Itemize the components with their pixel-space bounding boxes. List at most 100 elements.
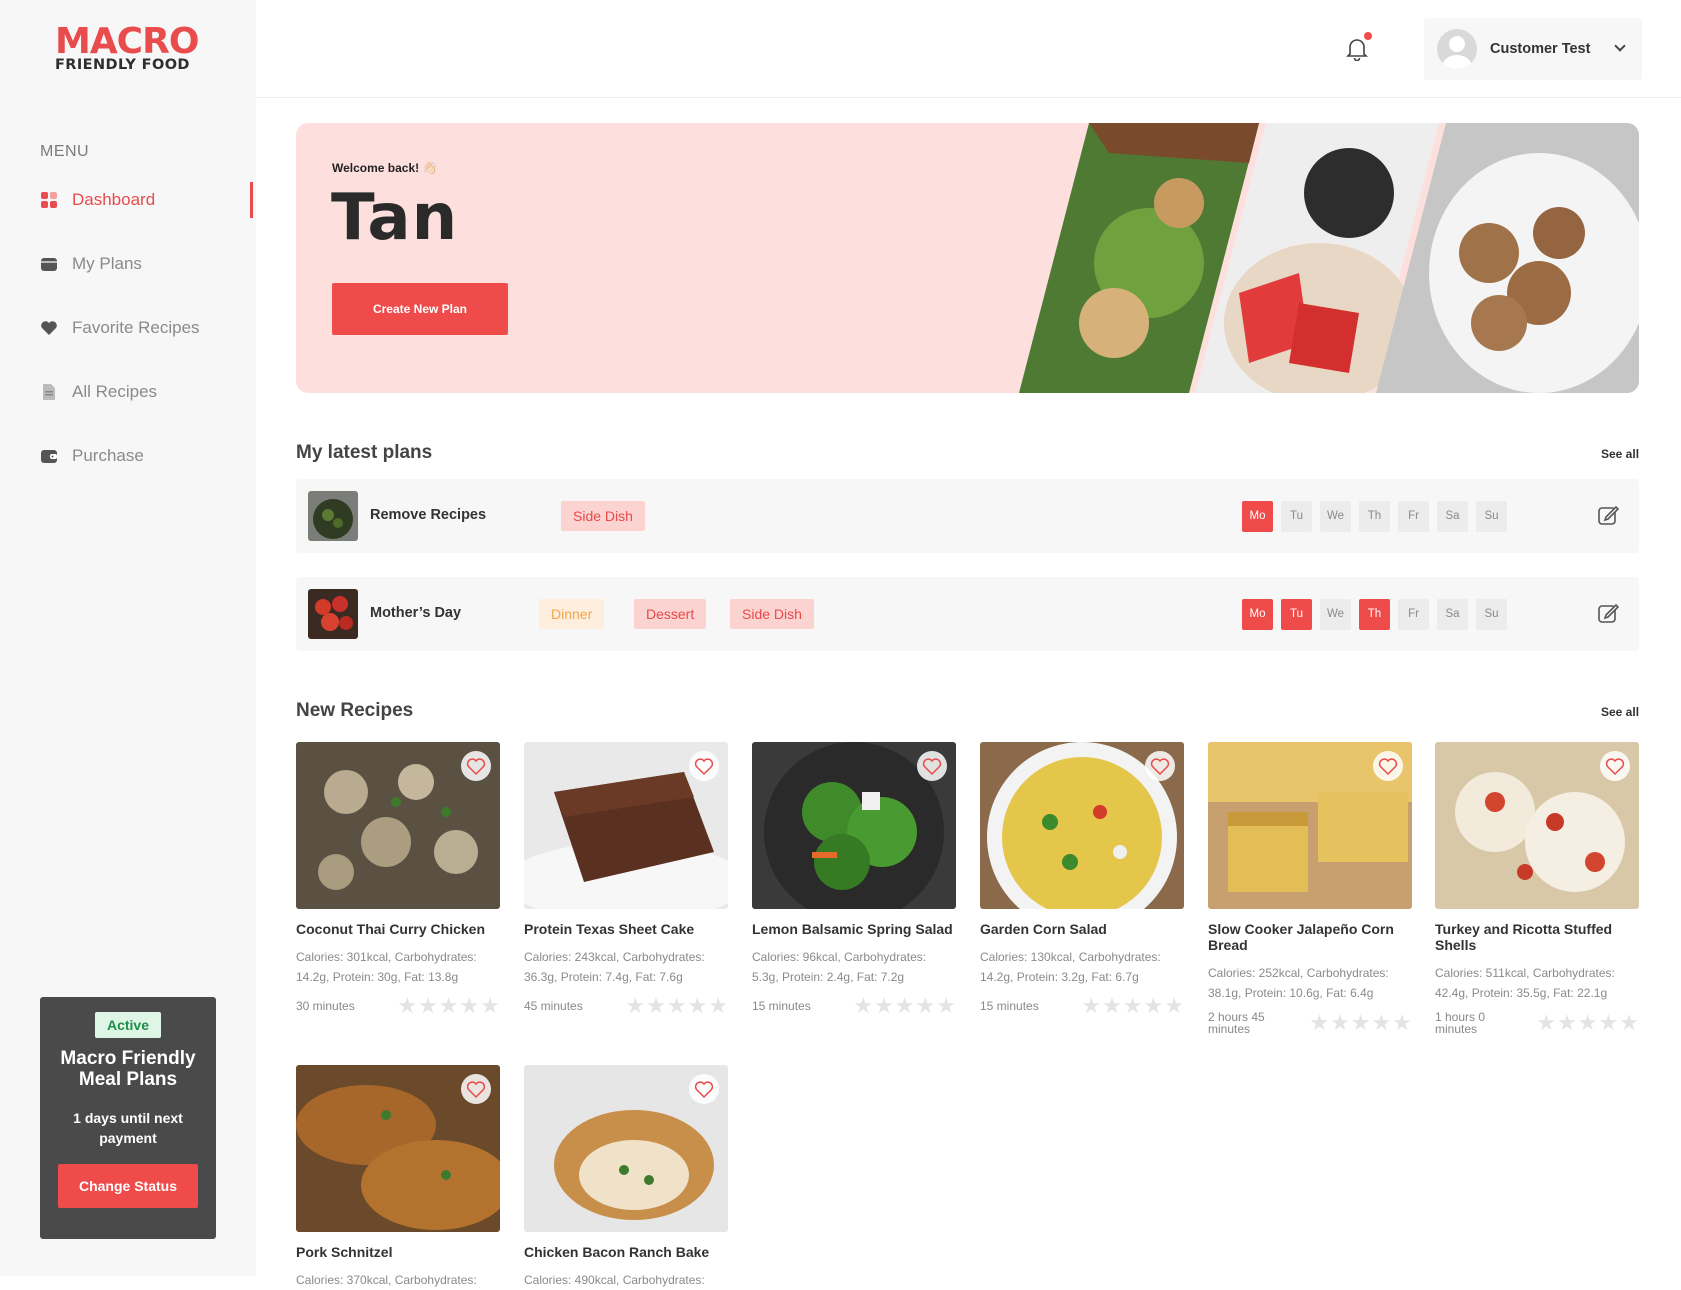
plan-name: Remove Recipes (370, 507, 487, 523)
document-icon (40, 383, 58, 401)
star-icon: ★ (1392, 1010, 1412, 1035)
favorite-heart-icon[interactable] (461, 1074, 491, 1104)
menu-title: MENU (40, 143, 90, 160)
day-sa[interactable]: Sa (1437, 599, 1468, 630)
favorite-heart-icon[interactable] (689, 1074, 719, 1104)
rating-stars[interactable]: ★ ★ ★ ★ ★ (1080, 995, 1184, 1017)
day-mo[interactable]: Mo (1242, 599, 1273, 630)
day-we[interactable]: We (1320, 599, 1351, 630)
plan-name: Mother’s Day (370, 605, 462, 621)
day-fr[interactable]: Fr (1398, 501, 1429, 532)
sidebar-item-favorite-recipes[interactable]: Favorite Recipes (40, 313, 256, 343)
user-menu[interactable]: Customer Test (1424, 18, 1642, 80)
favorite-heart-icon[interactable] (1145, 751, 1175, 781)
notification-dot (1364, 32, 1372, 40)
day-fr[interactable]: Fr (1398, 599, 1429, 630)
recipe-macros: Calories: 243kcal, Carbohydrates: 36.3g,… (524, 950, 705, 984)
sidebar-item-all-recipes[interactable]: All Recipes (40, 377, 256, 407)
star-icon: ★ (418, 993, 438, 1018)
rating-stars[interactable]: ★ ★ ★ ★ ★ (1535, 1012, 1639, 1034)
star-icon: ★ (1371, 1010, 1392, 1035)
bell-icon[interactable] (1346, 37, 1368, 61)
day-tu[interactable]: Tu (1281, 501, 1312, 532)
star-icon: ★ (708, 993, 728, 1018)
recipe-image (296, 742, 500, 909)
plan-row[interactable]: Mother’s Day Dinner Dessert Side Dish Mo… (296, 577, 1639, 651)
plan-thumbnail (308, 491, 358, 541)
recipe-card[interactable]: Pork Schnitzel Calories: 370kcal, Carboh… (296, 1065, 500, 1290)
recipe-title: Protein Texas Sheet Cake (524, 921, 695, 937)
favorite-heart-icon[interactable] (1600, 751, 1630, 781)
sidebar-item-dashboard[interactable]: Dashboard (40, 182, 256, 218)
recipe-card[interactable]: Slow Cooker Jalapeño Corn Bread Calories… (1208, 742, 1412, 1035)
star-icon: ★ (1081, 993, 1102, 1018)
sidebar-item-purchase[interactable]: Purchase (40, 441, 256, 471)
recipe-image (1435, 742, 1639, 909)
rating-stars[interactable]: ★ ★ ★ ★ ★ (1308, 1012, 1412, 1034)
rating-stars[interactable]: ★ ★ ★ ★ ★ (396, 995, 500, 1017)
sidebar-item-label: Favorite Recipes (72, 318, 200, 337)
sidebar-item-my-plans[interactable]: My Plans (40, 249, 256, 279)
star-icon: ★ (480, 993, 500, 1018)
recipe-card[interactable]: Lemon Balsamic Spring Salad Calories: 96… (752, 742, 956, 1017)
recipe-card[interactable]: Chicken Bacon Ranch Bake Calories: 490kc… (524, 1065, 728, 1290)
recipe-image (752, 742, 956, 909)
recipe-title: Chicken Bacon Ranch Bake (524, 1244, 710, 1260)
recipe-image (1208, 742, 1412, 909)
create-new-plan-button[interactable]: Create New Plan (332, 283, 508, 335)
plans-see-all-link[interactable]: See all (1601, 447, 1639, 461)
recipe-image (524, 1065, 728, 1232)
change-status-button[interactable]: Change Status (58, 1164, 198, 1208)
star-icon: ★ (874, 993, 894, 1018)
recipe-macros: Calories: 96kcal, Carbohydrates: 5.3g, P… (752, 950, 927, 984)
star-icon: ★ (936, 993, 956, 1018)
day-we[interactable]: We (1320, 501, 1351, 532)
recipe-time: 2 hours 45 minutes (1208, 1010, 1265, 1036)
day-th[interactable]: Th (1359, 599, 1390, 630)
recipe-card[interactable]: Coconut Thai Curry Chicken Calories: 301… (296, 742, 500, 1017)
recipe-image (296, 1065, 500, 1232)
recipe-macros: Calories: 490kcal, Carbohydrates: (524, 1273, 705, 1287)
recipe-card[interactable]: Protein Texas Sheet Cake Calories: 243kc… (524, 742, 728, 1017)
rating-stars[interactable]: ★ ★ ★ ★ ★ (624, 995, 728, 1017)
day-tu[interactable]: Tu (1281, 599, 1312, 630)
recipe-title: Pork Schnitzel (296, 1244, 393, 1260)
star-icon: ★ (1330, 1010, 1350, 1035)
sidebar-item-label: Purchase (72, 446, 144, 465)
star-icon: ★ (1143, 993, 1164, 1018)
star-icon: ★ (687, 993, 708, 1018)
favorite-heart-icon[interactable] (461, 751, 491, 781)
favorite-heart-icon[interactable] (1373, 751, 1403, 781)
recipe-macros: Calories: 511kcal, Carbohydrates: 42.4g,… (1435, 966, 1615, 1000)
rating-stars[interactable]: ★ ★ ★ ★ ★ (852, 995, 956, 1017)
star-icon: ★ (1102, 993, 1122, 1018)
star-icon: ★ (1350, 1010, 1371, 1035)
day-mo[interactable]: Mo (1242, 501, 1273, 532)
new-recipes-title: New Recipes (296, 700, 414, 721)
logo[interactable]: MACRO FRIENDLY FOOD (55, 24, 203, 73)
day-su[interactable]: Su (1476, 599, 1507, 630)
welcome-banner: Welcome back! 👋🏻 Tan Create New Plan (296, 123, 1639, 393)
recipe-card[interactable]: Turkey and Ricotta Stuffed Shells Calori… (1435, 742, 1639, 1035)
plan-row[interactable]: Remove Recipes Side Dish Mo Tu We Th Fr … (296, 479, 1639, 553)
edit-icon[interactable] (1597, 504, 1619, 526)
user-name: Customer Test (1490, 41, 1591, 57)
plan-days: Mo Tu We Th Fr Sa Su (1242, 599, 1515, 630)
day-su[interactable]: Su (1476, 501, 1507, 532)
favorite-heart-icon[interactable] (917, 751, 947, 781)
star-icon: ★ (1536, 1010, 1557, 1035)
recipe-time: 45 minutes (524, 999, 583, 1013)
favorite-heart-icon[interactable] (689, 751, 719, 781)
recipe-card[interactable]: Garden Corn Salad Calories: 130kcal, Car… (980, 742, 1184, 1017)
status-badge: Active (94, 1012, 162, 1038)
star-icon: ★ (1164, 993, 1184, 1018)
star-icon: ★ (666, 993, 687, 1018)
star-icon: ★ (397, 993, 418, 1018)
day-th[interactable]: Th (1359, 501, 1390, 532)
sidebar-item-label: Dashboard (72, 190, 156, 209)
edit-icon[interactable] (1597, 602, 1619, 624)
day-sa[interactable]: Sa (1437, 501, 1468, 532)
star-icon: ★ (646, 993, 666, 1018)
recipes-see-all-link[interactable]: See all (1601, 705, 1639, 719)
tag-side-dish: Side Dish (730, 599, 814, 629)
